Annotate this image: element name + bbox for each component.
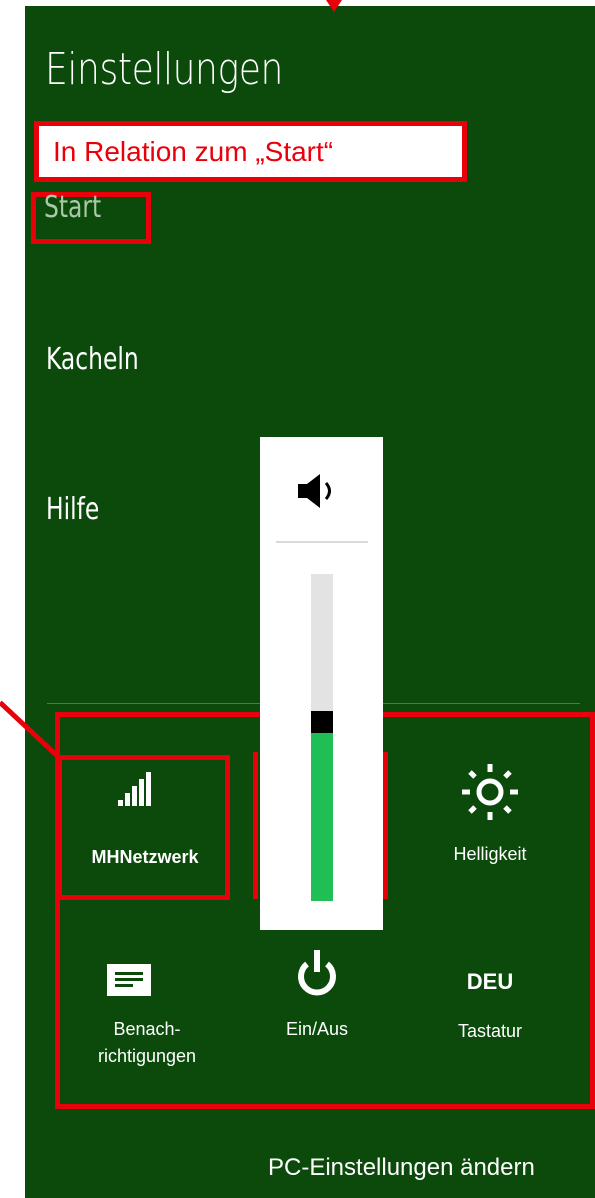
network-label: MHNetzwerk <box>91 847 199 867</box>
volume-slider-thumb[interactable] <box>311 711 333 733</box>
power-icon <box>262 948 372 998</box>
power-label: Ein/Aus <box>285 1019 349 1039</box>
volume-slider[interactable] <box>311 574 333 901</box>
notifications-message-icon <box>62 960 232 996</box>
keyboard-label: Tastatur <box>457 1021 523 1041</box>
power-button[interactable]: Ein/Aus <box>262 948 372 1043</box>
pc-settings-link[interactable]: PC-Einstellungen ändern <box>268 1154 535 1182</box>
notifications-label-line1: Benach- <box>113 1019 181 1039</box>
volume-flyout <box>260 437 383 930</box>
network-button[interactable]: MHNetzwerk <box>62 768 228 871</box>
annotation-arrow-icon <box>326 0 342 12</box>
volume-slider-fill <box>311 733 333 901</box>
annotation-callout: In Relation zum „Start“ <box>34 121 467 182</box>
menu-item-help[interactable]: Hilfe <box>46 492 99 527</box>
volume-divider <box>276 541 368 543</box>
speaker-icon[interactable] <box>296 471 350 516</box>
menu-item-start[interactable]: Start <box>44 190 101 225</box>
brightness-label: Helligkeit <box>453 844 527 864</box>
brightness-sun-icon <box>420 762 560 820</box>
notifications-button[interactable]: Benach- richtigungen <box>62 960 232 1070</box>
notifications-label-line2: richtigungen <box>97 1046 197 1066</box>
signal-bars-icon <box>62 768 228 808</box>
brightness-button[interactable]: Helligkeit <box>420 762 560 868</box>
keyboard-button[interactable]: DEU Tastatur <box>430 962 550 1045</box>
page-title: Einstellungen <box>45 44 284 95</box>
keyboard-language-code: DEU <box>466 969 514 994</box>
menu-item-tiles[interactable]: Kacheln <box>46 342 139 377</box>
